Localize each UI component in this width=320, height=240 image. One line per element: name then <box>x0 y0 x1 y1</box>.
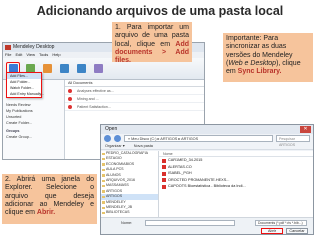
open-file-dialog: Open ✕ « Meu Disco (C:) ▸ ARTIGOS ▸ ARTI… <box>100 124 314 235</box>
add-documents-menu: Add Files... Add Folder... Watch Folder.… <box>6 72 44 98</box>
share-button[interactable] <box>57 62 71 76</box>
dialog-titlebar: Open ✕ <box>101 125 313 134</box>
callout-step-1: 1. Para importar um arquivo de uma pasta… <box>112 22 192 64</box>
menu-edit[interactable]: Edit <box>15 52 22 58</box>
file-item[interactable]: CAPOOTS Bioestatística - Biblioteca da I… <box>159 183 313 190</box>
menu-file[interactable]: File <box>5 52 11 58</box>
table-row[interactable]: Analyses effective as... <box>65 87 204 95</box>
filename-input[interactable] <box>145 220 235 226</box>
new-folder-button[interactable]: Nova pasta <box>134 144 153 148</box>
menu-view[interactable]: View <box>26 52 35 58</box>
forward-icon[interactable] <box>114 135 121 142</box>
sidebar-item[interactable]: Create Group... <box>3 134 64 140</box>
folder-item[interactable]: BIBLIOTECAS <box>101 210 158 215</box>
pdf-icon <box>68 89 72 93</box>
remove-folder-button[interactable] <box>40 62 54 76</box>
dialog-body: PEDRO_CATALOGRAFIA ESTAGIO ECONOMIABIOS … <box>101 151 313 219</box>
organize-button[interactable]: Organizar ▾ <box>105 144 125 148</box>
address-bar-row: « Meu Disco (C:) ▸ ARTIGOS ▸ ARTIGOS Pes… <box>101 134 313 147</box>
file-list: Nome CAR1MED_34.2015 ALERTAS.CO ISABEL_P… <box>159 151 313 219</box>
mendeley-window-title: Mendeley Desktop <box>13 44 55 50</box>
callout-step-2: 2. Abrirá uma janela do Explorer. Seleci… <box>2 174 97 224</box>
doc-title: Mining and ... <box>77 97 99 101</box>
back-icon[interactable] <box>104 135 111 142</box>
filetype-select[interactable]: Documents (*.pdf *.ris *.bib...) <box>255 220 307 226</box>
pdf-icon <box>68 105 72 109</box>
callout-step-2-bold: Abrir. <box>36 209 56 217</box>
callout-important: Importante: Para sincronizar as duas ver… <box>223 33 313 82</box>
tab-all-documents[interactable]: All Documents <box>65 80 204 87</box>
search-input[interactable]: Pesquisar ARTIGOS <box>276 135 310 147</box>
table-row[interactable]: Patient Satisfaction... <box>65 103 204 111</box>
callout-important-italic: Web e Desktop <box>228 59 277 67</box>
dialog-footer: Nome: Documents (*.pdf *.ris *.bib...) A… <box>101 217 313 234</box>
menu-item-add-entry[interactable]: Add Entry Manually... <box>7 91 44 97</box>
menu-tools[interactable]: Tools <box>39 52 48 58</box>
sidebar-item[interactable]: Create Folder... <box>3 120 64 126</box>
dialog-title: Open <box>105 126 118 132</box>
address-bar[interactable]: « Meu Disco (C:) ▸ ARTIGOS ▸ ARTIGOS <box>124 135 273 142</box>
folder-tree: PEDRO_CATALOGRAFIA ESTAGIO ECONOMIABIOS … <box>101 151 159 219</box>
mendeley-logo-icon <box>5 45 11 50</box>
sync-icon <box>76 64 86 73</box>
close-icon[interactable]: ✕ <box>300 126 311 133</box>
doc-title: Patient Satisfaction... <box>77 105 111 109</box>
help-button[interactable] <box>91 62 105 76</box>
open-button[interactable]: Abrir <box>261 228 283 234</box>
folder-remove-icon <box>42 64 52 73</box>
sync-library-button[interactable] <box>74 62 88 76</box>
table-row[interactable]: Mining and ... <box>65 95 204 103</box>
menu-help[interactable]: Help <box>52 52 60 58</box>
doc-title: Analyses effective as... <box>77 89 114 93</box>
pdf-icon <box>68 97 72 101</box>
slide-title: Adicionando arquivos de uma pasta local <box>36 4 284 18</box>
cancel-button[interactable]: Cancelar <box>286 228 308 234</box>
help-icon <box>93 64 103 73</box>
filename-label: Nome: <box>121 221 133 225</box>
share-icon <box>59 64 69 73</box>
callout-important-bold: Sync Library. <box>237 68 282 76</box>
